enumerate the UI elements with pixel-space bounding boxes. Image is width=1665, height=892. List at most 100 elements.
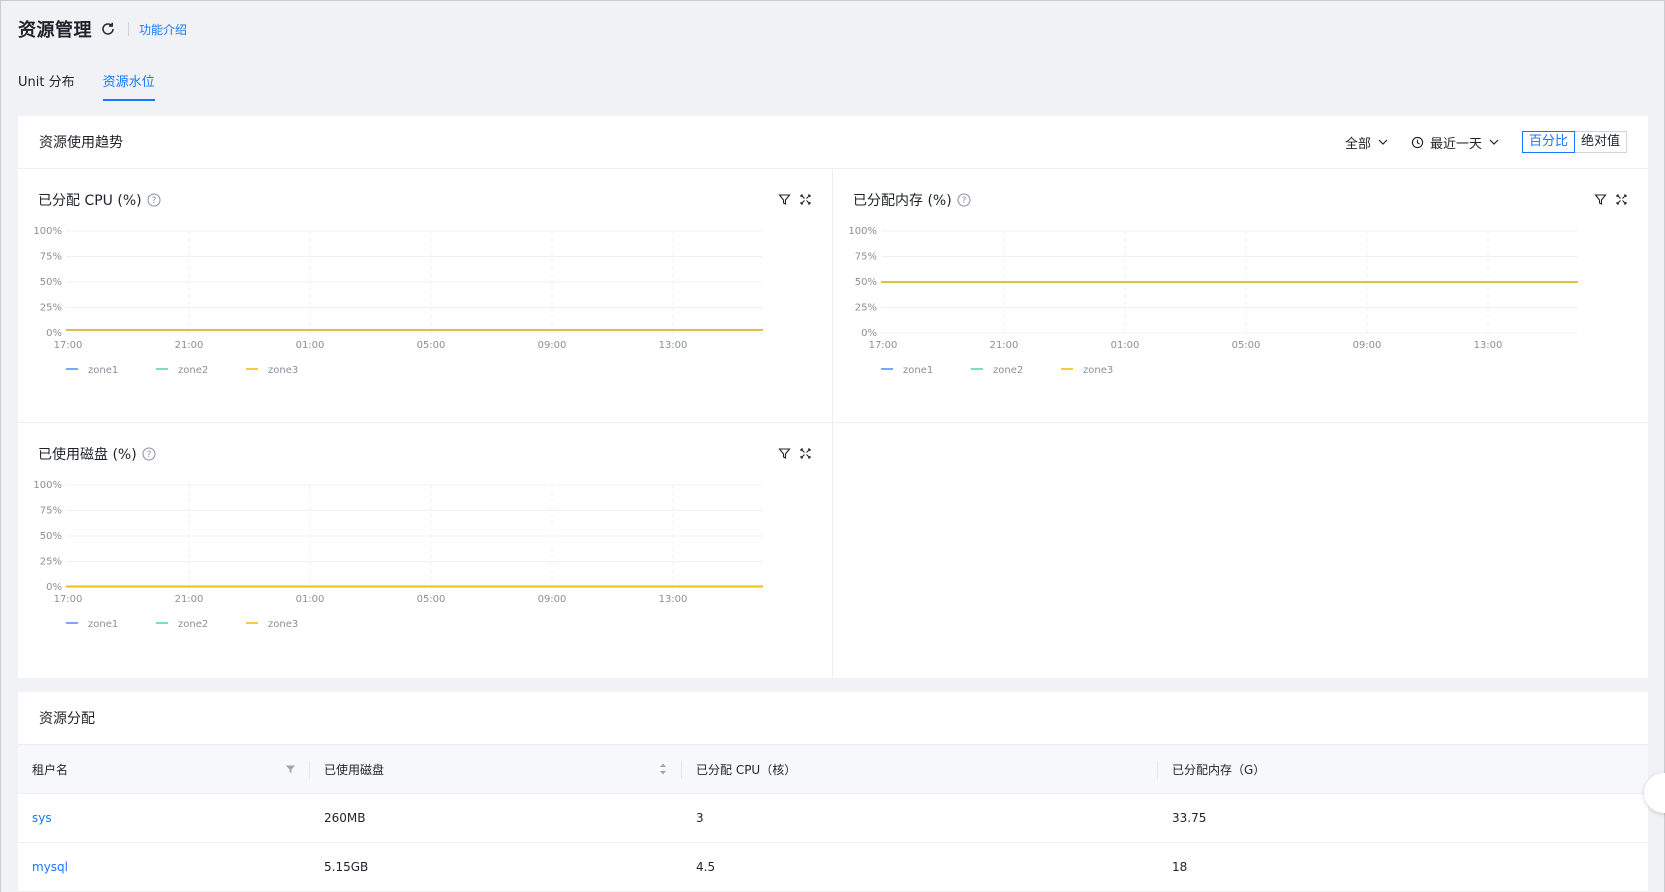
legend-label-zone3: zone3 bbox=[1083, 365, 1113, 376]
legend-label-zone3: zone3 bbox=[268, 619, 298, 630]
x-tick-label: 01:00 bbox=[1111, 340, 1140, 351]
chart-title: 已分配 CPU (%) ? bbox=[38, 190, 161, 210]
mode-absolute-button[interactable]: 绝对值 bbox=[1574, 131, 1627, 153]
mode-percent-button[interactable]: 百分比 bbox=[1521, 131, 1575, 153]
filter-icon[interactable] bbox=[285, 764, 296, 775]
allocation-table: 租户名 已使用磁盘 已分配 CPU（核） 已分配内存（G） sys 260MB … bbox=[18, 744, 1648, 892]
tenant-link[interactable]: mysql bbox=[32, 860, 68, 874]
y-tick-label: 75% bbox=[40, 252, 62, 263]
x-tick-label: 09:00 bbox=[538, 340, 567, 351]
y-tick-label: 100% bbox=[33, 226, 62, 237]
x-tick-label: 17:00 bbox=[54, 594, 83, 605]
filter-icon[interactable] bbox=[1594, 193, 1607, 206]
legend-label-zone1: zone1 bbox=[88, 619, 118, 630]
cpu-line-chart: 100% 75% 50% 25% 0%17:00 21:00 01:00 05:00 09:00… bbox=[33, 226, 763, 376]
table-row: sys 260MB 3 33.75 bbox=[18, 793, 1648, 843]
page-header: 资源管理 功能介绍 bbox=[18, 15, 187, 43]
svg-text:?: ? bbox=[151, 196, 156, 206]
chevron-down-icon bbox=[1489, 139, 1499, 145]
table-header-row: 租户名 已使用磁盘 已分配 CPU（核） 已分配内存（G） bbox=[18, 744, 1648, 794]
help-icon[interactable]: ? bbox=[147, 193, 161, 207]
column-allocated-cpu: 已分配 CPU（核） bbox=[682, 744, 1158, 794]
x-tick-label: 05:00 bbox=[1232, 340, 1261, 351]
sort-icon[interactable] bbox=[658, 762, 668, 776]
column-tenant-name: 租户名 bbox=[18, 744, 310, 794]
chart-grid: 已分配 CPU (%) ? 100% 75% 50% 25% 0% 17:00 21:00 0… bbox=[18, 169, 1648, 677]
allocation-card-header: 资源分配 bbox=[18, 692, 1648, 744]
header-divider bbox=[128, 22, 129, 36]
y-tick-label: 0% bbox=[46, 582, 62, 593]
legend-label-zone3: zone3 bbox=[268, 365, 298, 376]
chart-title: 已使用磁盘 (%) ? bbox=[38, 444, 156, 464]
x-tick-label: 13:00 bbox=[659, 340, 688, 351]
used-disk-cell: 260MB bbox=[310, 793, 682, 843]
x-tick-label: 09:00 bbox=[1353, 340, 1382, 351]
memory-chart-panel: 已分配内存 (%) ? 100% 75% 50% 25% 0% 17:00 21:00 01:… bbox=[833, 169, 1648, 423]
y-tick-label: 25% bbox=[40, 557, 62, 568]
chart-title-text: 已分配内存 (%) bbox=[853, 193, 952, 209]
memory-line-chart: 100% 75% 50% 25% 0%17:00 21:00 01:00 05:00 09:00… bbox=[848, 226, 1578, 376]
column-label: 已分配内存（G） bbox=[1172, 762, 1266, 777]
fullscreen-icon[interactable] bbox=[1615, 193, 1628, 206]
chart-tools bbox=[778, 193, 812, 206]
allocated-memory-cell: 18 bbox=[1158, 842, 1648, 892]
used-disk-cell: 5.15GB bbox=[310, 842, 682, 892]
disk-chart-panel: 已使用磁盘 (%) ? 100% 75% 50% 25% 0% 17:00 21:00 01:… bbox=[18, 423, 833, 677]
table-row: mysql 5.15GB 4.5 18 bbox=[18, 842, 1648, 892]
tab-bar: Unit 分布 资源水位 bbox=[18, 61, 183, 101]
allocation-card-title: 资源分配 bbox=[39, 711, 95, 727]
display-mode-toggle: 百分比 绝对值 bbox=[1521, 131, 1627, 153]
clock-icon bbox=[1411, 136, 1424, 148]
column-label: 租户名 bbox=[32, 762, 69, 777]
resource-allocation-card: 资源分配 租户名 已使用磁盘 已分配 CPU（核） 已分配内存（G） sys 2… bbox=[18, 692, 1648, 892]
chevron-down-icon bbox=[1378, 139, 1388, 145]
page-title: 资源管理 bbox=[18, 20, 92, 41]
time-range-select[interactable]: 最近一天 bbox=[1411, 133, 1500, 152]
disk-line-chart: 100% 75% 50% 25% 0%17:00 21:00 01:00 05:00 09:00… bbox=[33, 480, 763, 630]
tenant-name-cell: mysql bbox=[18, 842, 310, 892]
x-tick-label: 09:00 bbox=[538, 594, 567, 605]
refresh-icon[interactable] bbox=[100, 21, 116, 37]
fullscreen-icon[interactable] bbox=[799, 193, 812, 206]
time-range-value: 最近一天 bbox=[1429, 136, 1482, 152]
y-tick-label: 100% bbox=[33, 480, 62, 491]
x-tick-label: 21:00 bbox=[990, 340, 1019, 351]
feature-intro-link[interactable]: 功能介绍 bbox=[139, 21, 187, 38]
tenant-link[interactable]: sys bbox=[32, 811, 52, 825]
x-tick-label: 13:00 bbox=[659, 594, 688, 605]
y-tick-label: 75% bbox=[855, 252, 877, 263]
svg-text:?: ? bbox=[146, 450, 151, 460]
x-tick-label: 17:00 bbox=[869, 340, 898, 351]
y-tick-label: 0% bbox=[46, 328, 62, 339]
y-tick-label: 100% bbox=[848, 226, 877, 237]
x-tick-label: 05:00 bbox=[417, 594, 446, 605]
column-label: 已使用磁盘 bbox=[324, 762, 385, 777]
x-tick-label: 01:00 bbox=[296, 594, 325, 605]
fullscreen-icon[interactable] bbox=[799, 447, 812, 460]
column-allocated-memory: 已分配内存（G） bbox=[1158, 744, 1648, 794]
legend-label-zone2: zone2 bbox=[178, 365, 208, 376]
legend-label-zone2: zone2 bbox=[178, 619, 208, 630]
allocated-memory-cell: 33.75 bbox=[1158, 793, 1648, 843]
scope-select-value: 全部 bbox=[1344, 136, 1371, 152]
legend-label-zone1: zone1 bbox=[88, 365, 118, 376]
tab-unit-distribution[interactable]: Unit 分布 bbox=[18, 61, 75, 101]
help-icon[interactable]: ? bbox=[957, 193, 971, 207]
x-tick-label: 05:00 bbox=[417, 340, 446, 351]
empty-chart-slot bbox=[833, 423, 1648, 677]
cpu-chart-panel: 已分配 CPU (%) ? 100% 75% 50% 25% 0% 17:00 21:00 0… bbox=[18, 169, 833, 423]
allocated-cpu-cell: 4.5 bbox=[682, 842, 1158, 892]
x-tick-label: 21:00 bbox=[175, 340, 204, 351]
column-used-disk[interactable]: 已使用磁盘 bbox=[310, 744, 682, 794]
filter-icon[interactable] bbox=[778, 193, 791, 206]
tab-resource-level[interactable]: 资源水位 bbox=[102, 61, 155, 101]
help-icon[interactable]: ? bbox=[142, 447, 156, 461]
x-tick-label: 21:00 bbox=[175, 594, 204, 605]
trend-card-title: 资源使用趋势 bbox=[39, 135, 123, 151]
column-label: 已分配 CPU（核） bbox=[696, 762, 797, 777]
y-tick-label: 50% bbox=[40, 277, 62, 288]
y-tick-label: 0% bbox=[861, 328, 877, 339]
scope-select[interactable]: 全部 bbox=[1345, 133, 1389, 152]
filter-icon[interactable] bbox=[778, 447, 791, 460]
y-tick-label: 25% bbox=[855, 303, 877, 314]
